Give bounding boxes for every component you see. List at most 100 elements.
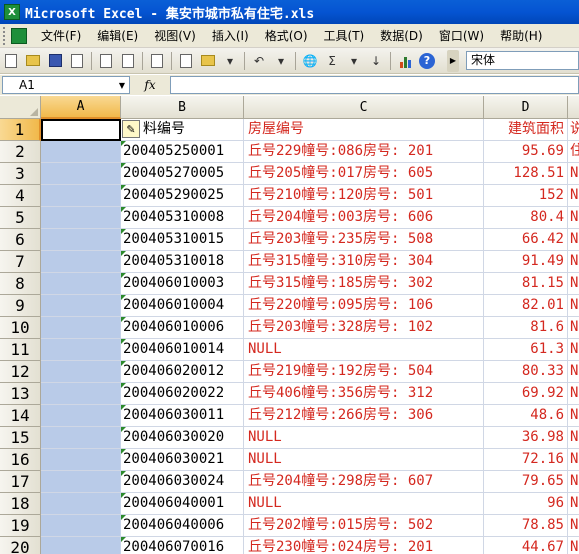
cell-d[interactable]: 72.16 bbox=[484, 449, 568, 471]
cell-b[interactable]: 200406030011 bbox=[121, 405, 244, 427]
cell-a[interactable] bbox=[41, 317, 121, 339]
cell-b[interactable]: 200405250001 bbox=[121, 141, 244, 163]
cell-b[interactable]: 200405290025 bbox=[121, 185, 244, 207]
row-header[interactable]: 18 bbox=[0, 493, 41, 515]
cell-a[interactable] bbox=[41, 471, 121, 493]
menu-format[interactable]: 格式(O) bbox=[257, 27, 316, 44]
cell-e[interactable]: N bbox=[568, 163, 579, 185]
cell-c[interactable]: 丘号203幢号:328房号: 102 bbox=[244, 317, 484, 339]
help-icon[interactable]: ? bbox=[417, 51, 437, 71]
cell-a[interactable] bbox=[41, 405, 121, 427]
cell-a[interactable] bbox=[41, 515, 121, 537]
cell-e[interactable]: N bbox=[568, 383, 579, 405]
cell-b[interactable]: 200406010014 bbox=[121, 339, 244, 361]
cell-c[interactable]: 丘号204幢号:298房号: 607 bbox=[244, 471, 484, 493]
cell-b[interactable]: 200406020022 bbox=[121, 383, 244, 405]
cell-b[interactable]: 200406030024 bbox=[121, 471, 244, 493]
cell-b[interactable]: 200406010004 bbox=[121, 295, 244, 317]
column-header-e[interactable]: E bbox=[568, 96, 579, 119]
row-header[interactable]: 1 bbox=[0, 119, 41, 141]
save-disk-icon[interactable] bbox=[45, 51, 65, 71]
cell-c[interactable]: NULL bbox=[244, 427, 484, 449]
cell-d[interactable]: 81.15 bbox=[484, 273, 568, 295]
worksheet-grid[interactable]: A B C D E 1料编号房屋编号建筑面积说✎2200405250001丘号2… bbox=[0, 96, 579, 554]
cell-d[interactable]: 128.51 bbox=[484, 163, 568, 185]
cell-d[interactable]: 80.4 bbox=[484, 207, 568, 229]
cell-e[interactable]: N bbox=[568, 449, 579, 471]
cell-c[interactable]: 丘号406幢号:356房号: 312 bbox=[244, 383, 484, 405]
column-header-a[interactable]: A bbox=[41, 96, 121, 119]
cell-d[interactable]: 78.85 bbox=[484, 515, 568, 537]
formula-input[interactable] bbox=[170, 76, 579, 94]
row-header[interactable]: 7 bbox=[0, 251, 41, 273]
cell-d[interactable]: 80.33 bbox=[484, 361, 568, 383]
cell-a[interactable] bbox=[41, 251, 121, 273]
cell-d[interactable]: 36.98 bbox=[484, 427, 568, 449]
cell-d[interactable]: 61.3 bbox=[484, 339, 568, 361]
cell-d[interactable]: 81.6 bbox=[484, 317, 568, 339]
cell-d[interactable]: 96 bbox=[484, 493, 568, 515]
cell-e[interactable]: N bbox=[568, 361, 579, 383]
undo-icon[interactable]: ↶ bbox=[249, 51, 269, 71]
autosum-icon[interactable]: Σ bbox=[322, 51, 342, 71]
cell-a[interactable] bbox=[41, 295, 121, 317]
open-folder-icon[interactable] bbox=[23, 51, 43, 71]
paste-dropdown-icon[interactable]: ▾ bbox=[220, 51, 240, 71]
cell-b[interactable]: 200406030021 bbox=[121, 449, 244, 471]
cell-c[interactable]: NULL bbox=[244, 449, 484, 471]
cell-c[interactable]: 丘号219幢号:192房号: 504 bbox=[244, 361, 484, 383]
cell-a[interactable] bbox=[41, 493, 121, 515]
menu-grip[interactable] bbox=[3, 26, 7, 45]
cell-e[interactable]: N bbox=[568, 185, 579, 207]
cell-b[interactable]: 200406070016 bbox=[121, 537, 244, 554]
autosum-dropdown-icon[interactable]: ▾ bbox=[344, 51, 364, 71]
cell-a[interactable] bbox=[41, 427, 121, 449]
menu-file[interactable]: 文件(F) bbox=[33, 27, 89, 44]
cell-e[interactable]: N bbox=[568, 427, 579, 449]
cell-e[interactable]: N bbox=[568, 493, 579, 515]
row-header[interactable]: 10 bbox=[0, 317, 41, 339]
cell-c[interactable]: 丘号315幢号:185房号: 302 bbox=[244, 273, 484, 295]
row-header[interactable]: 13 bbox=[0, 383, 41, 405]
menu-edit[interactable]: 编辑(E) bbox=[89, 27, 146, 44]
name-box[interactable]: A1 ▼ bbox=[2, 76, 130, 94]
chart-wizard-icon[interactable] bbox=[395, 51, 415, 71]
cell-a[interactable] bbox=[41, 207, 121, 229]
font-name-select[interactable]: 宋体 bbox=[466, 51, 579, 70]
cell-c[interactable]: 丘号203幢号:235房号: 508 bbox=[244, 229, 484, 251]
cell-b[interactable]: 200406010006 bbox=[121, 317, 244, 339]
cell-e[interactable]: N bbox=[568, 515, 579, 537]
cell-e[interactable]: 说 bbox=[568, 119, 579, 141]
cell-e[interactable]: N bbox=[568, 273, 579, 295]
select-all-button[interactable] bbox=[0, 96, 41, 119]
cell-d[interactable]: 95.69 bbox=[484, 141, 568, 163]
menu-data[interactable]: 数据(D) bbox=[372, 27, 431, 44]
cell-c[interactable]: 丘号220幢号:095房号: 106 bbox=[244, 295, 484, 317]
cell-a[interactable] bbox=[41, 163, 121, 185]
cell-e[interactable]: N bbox=[568, 317, 579, 339]
cell-c[interactable]: 丘号229幢号:086房号: 201 bbox=[244, 141, 484, 163]
cell-e[interactable]: N bbox=[568, 295, 579, 317]
row-header[interactable]: 15 bbox=[0, 427, 41, 449]
cell-d[interactable]: 44.67 bbox=[484, 537, 568, 554]
column-header-b[interactable]: B bbox=[121, 96, 244, 119]
column-header-c[interactable]: C bbox=[244, 96, 484, 119]
cell-a[interactable] bbox=[41, 339, 121, 361]
cell-e[interactable]: N bbox=[568, 471, 579, 493]
cell-d[interactable]: 48.6 bbox=[484, 405, 568, 427]
cell-e[interactable]: 住 bbox=[568, 141, 579, 163]
cell-a[interactable] bbox=[41, 273, 121, 295]
cell-b[interactable]: 200406030020 bbox=[121, 427, 244, 449]
toolbar-options-icon[interactable]: ▶ bbox=[447, 50, 459, 72]
menu-tools[interactable]: 工具(T) bbox=[316, 27, 373, 44]
document-icon[interactable] bbox=[11, 27, 27, 44]
cell-c[interactable]: 丘号212幢号:266房号: 306 bbox=[244, 405, 484, 427]
copy-icon[interactable] bbox=[176, 51, 196, 71]
cell-c[interactable]: NULL bbox=[244, 339, 484, 361]
insert-function-icon[interactable]: fx bbox=[130, 78, 170, 92]
cell-a[interactable] bbox=[41, 229, 121, 251]
cell-d[interactable]: 152 bbox=[484, 185, 568, 207]
cell-e[interactable]: N bbox=[568, 229, 579, 251]
error-smart-tag-icon[interactable]: ✎ bbox=[122, 120, 140, 138]
cell-c[interactable]: 丘号205幢号:017房号: 605 bbox=[244, 163, 484, 185]
